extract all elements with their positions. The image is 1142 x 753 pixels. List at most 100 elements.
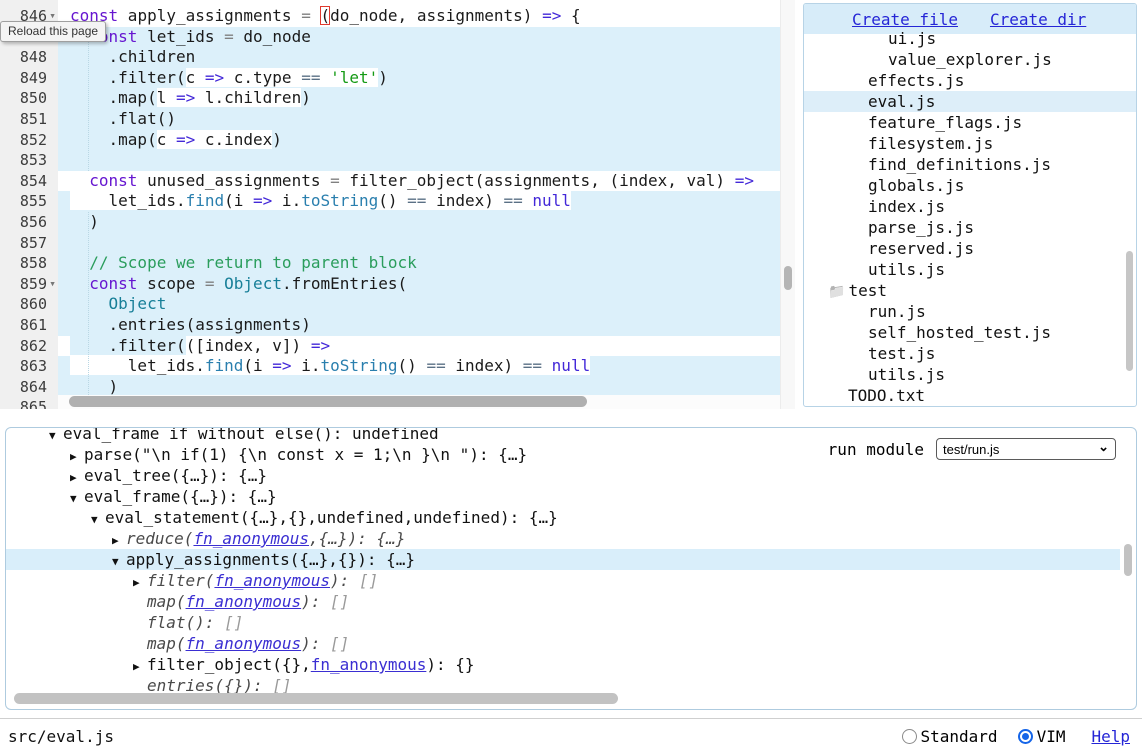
keybinding-vim-option[interactable]: VIM: [1018, 727, 1066, 746]
code-line[interactable]: .map(l => l.children): [58, 88, 780, 109]
fn-anonymous-link[interactable]: fn_anonymous: [186, 592, 302, 611]
gutter-line-number: 849: [0, 68, 58, 89]
gutter-line-number: 856: [0, 212, 58, 233]
status-bar-controls: Standard VIM Help: [902, 727, 1131, 746]
fold-spacer: [47, 233, 58, 254]
editor-vertical-scrollbar-thumb[interactable]: [784, 266, 792, 290]
fold-spacer: [47, 377, 58, 398]
code-line[interactable]: let_ids.find(i => i.toString() == index)…: [58, 191, 780, 212]
editor-horizontal-scrollbar[interactable]: [58, 395, 780, 409]
file-tree-item[interactable]: test.js: [804, 343, 1136, 364]
expand-arrow-icon[interactable]: ▶: [112, 530, 126, 551]
reload-tooltip: Reload this page: [0, 21, 106, 42]
expand-arrow-icon[interactable]: ▶: [70, 446, 84, 467]
help-link[interactable]: Help: [1091, 727, 1130, 746]
matching-paren-highlight: (: [320, 6, 330, 25]
expand-arrow-icon[interactable]: ▶: [70, 467, 84, 488]
code-area[interactable]: const apply_assignments = (do_node, assi…: [58, 0, 780, 409]
file-tree-item[interactable]: run.js: [804, 301, 1136, 322]
vim-label: VIM: [1037, 727, 1066, 746]
gutter-line-number: 854: [0, 171, 58, 192]
fold-spacer: [47, 68, 58, 89]
code-line[interactable]: .flat(): [58, 109, 780, 130]
code-line[interactable]: Object: [58, 294, 780, 315]
editor-vertical-scrollbar[interactable]: [780, 0, 795, 409]
fold-spacer: [47, 315, 58, 336]
fold-spacer: [47, 150, 58, 171]
expand-arrow-icon[interactable]: ▶: [133, 572, 147, 593]
file-tree-item[interactable]: utils.js: [804, 364, 1136, 385]
file-tree-item[interactable]: index.js: [804, 196, 1136, 217]
fn-anonymous-link[interactable]: fn_anonymous: [214, 571, 330, 590]
code-line[interactable]: [58, 233, 780, 254]
collapse-arrow-icon[interactable]: ▼: [112, 551, 126, 572]
calltree-row[interactable]: ▶eval_tree({…}): {…}: [6, 465, 1120, 486]
keybinding-standard-option[interactable]: Standard: [902, 727, 998, 746]
calltree-row[interactable]: flat(): []: [6, 612, 1120, 633]
fold-spacer: [47, 109, 58, 130]
collapse-arrow-icon[interactable]: ▼: [70, 488, 84, 509]
gutter-line-number: 862: [0, 336, 58, 357]
code-line[interactable]: const let_ids = do_node: [58, 27, 780, 48]
calltree-vertical-scrollbar-thumb[interactable]: [1124, 544, 1132, 576]
code-line[interactable]: const scope = Object.fromEntries(: [58, 274, 780, 295]
file-list-scrollbar-thumb[interactable]: [1126, 251, 1133, 371]
fn-anonymous-link[interactable]: fn_anonymous: [311, 655, 427, 674]
gutter-line-number: 863: [0, 356, 58, 377]
file-list: ui.jsvalue_explorer.jseffects.jseval.jsf…: [804, 34, 1136, 406]
code-line[interactable]: [58, 150, 780, 171]
calltree-row[interactable]: ▶filter_object({},fn_anonymous): {}: [6, 654, 1120, 675]
radio-standard-icon[interactable]: [902, 729, 917, 744]
radio-vim-icon[interactable]: [1018, 729, 1033, 744]
file-tree-item[interactable]: filesystem.js: [804, 133, 1136, 154]
calltree-row[interactable]: ▶reduce(fn_anonymous,{…}): {…}: [6, 528, 1120, 549]
code-editor[interactable]: 846▾847848849850851852853854855856857858…: [0, 0, 796, 409]
calltree-row[interactable]: ▼eval_frame({…}): {…}: [6, 486, 1120, 507]
fn-anonymous-link[interactable]: fn_anonymous: [193, 529, 309, 548]
file-tree-item[interactable]: reserved.js: [804, 238, 1136, 259]
code-line[interactable]: .map(c => c.index): [58, 130, 780, 151]
code-line[interactable]: const apply_assignments = (do_node, assi…: [58, 6, 780, 27]
file-tree-item[interactable]: utils.js: [804, 259, 1136, 280]
calltree-horizontal-scrollbar-thumb[interactable]: [14, 693, 618, 704]
code-line[interactable]: .entries(assignments): [58, 315, 780, 336]
file-tree-item[interactable]: parse_js.js: [804, 217, 1136, 238]
collapse-arrow-icon[interactable]: ▼: [91, 509, 105, 530]
file-tree-item[interactable]: value_explorer.js: [804, 49, 1136, 70]
fold-arrow-icon[interactable]: ▾: [47, 274, 58, 295]
file-tree-item[interactable]: ui.js: [804, 28, 1136, 49]
code-line[interactable]: const unused_assignments = filter_object…: [58, 171, 780, 192]
file-tree-item[interactable]: effects.js: [804, 70, 1136, 91]
file-tree-item[interactable]: find_definitions.js: [804, 154, 1136, 175]
calltree-row[interactable]: ▶filter(fn_anonymous): []: [6, 570, 1120, 591]
fn-anonymous-link[interactable]: fn_anonymous: [186, 634, 302, 653]
file-tree-item[interactable]: feature_flags.js: [804, 112, 1136, 133]
file-tree-item[interactable]: TODO.txt: [804, 385, 1136, 406]
create-file-link[interactable]: Create file: [852, 10, 958, 29]
line-number-gutter: 846▾847848849850851852853854855856857858…: [0, 0, 58, 409]
run-module-control: run module test/run.js ⌄: [828, 438, 1116, 460]
calltree-row[interactable]: ▼eval_statement({…},{},undefined,undefin…: [6, 507, 1120, 528]
create-dir-link[interactable]: Create dir: [990, 10, 1086, 29]
calltree-row[interactable]: map(fn_anonymous): []: [6, 591, 1120, 612]
expand-arrow-icon[interactable]: ▶: [133, 656, 147, 677]
standard-label: Standard: [921, 727, 998, 746]
run-module-select[interactable]: test/run.js ⌄: [936, 438, 1116, 460]
file-tree-item[interactable]: globals.js: [804, 175, 1136, 196]
editor-horizontal-scrollbar-thumb[interactable]: [69, 396, 587, 407]
fold-spacer: [47, 356, 58, 377]
code-line[interactable]: .filter(c => c.type == 'let'): [58, 68, 780, 89]
code-line[interactable]: ): [58, 212, 780, 233]
code-line[interactable]: let_ids.find(i => i.toString() == index)…: [58, 356, 780, 377]
gutter-line-number: 857: [0, 233, 58, 254]
file-tree-folder[interactable]: 📁test: [804, 280, 1136, 301]
file-tree-item[interactable]: self_hosted_test.js: [804, 322, 1136, 343]
indent-guide: [88, 212, 89, 397]
file-tree-item[interactable]: eval.js: [804, 91, 1136, 112]
collapse-arrow-icon[interactable]: ▼: [49, 427, 63, 446]
code-line[interactable]: .children: [58, 47, 780, 68]
code-line[interactable]: // Scope we return to parent block: [58, 253, 780, 274]
code-line[interactable]: .filter(([index, v]) =>: [58, 336, 780, 357]
calltree-row[interactable]: ▼apply_assignments({…},{}): {…}: [6, 549, 1120, 570]
calltree-row[interactable]: map(fn_anonymous): []: [6, 633, 1120, 654]
